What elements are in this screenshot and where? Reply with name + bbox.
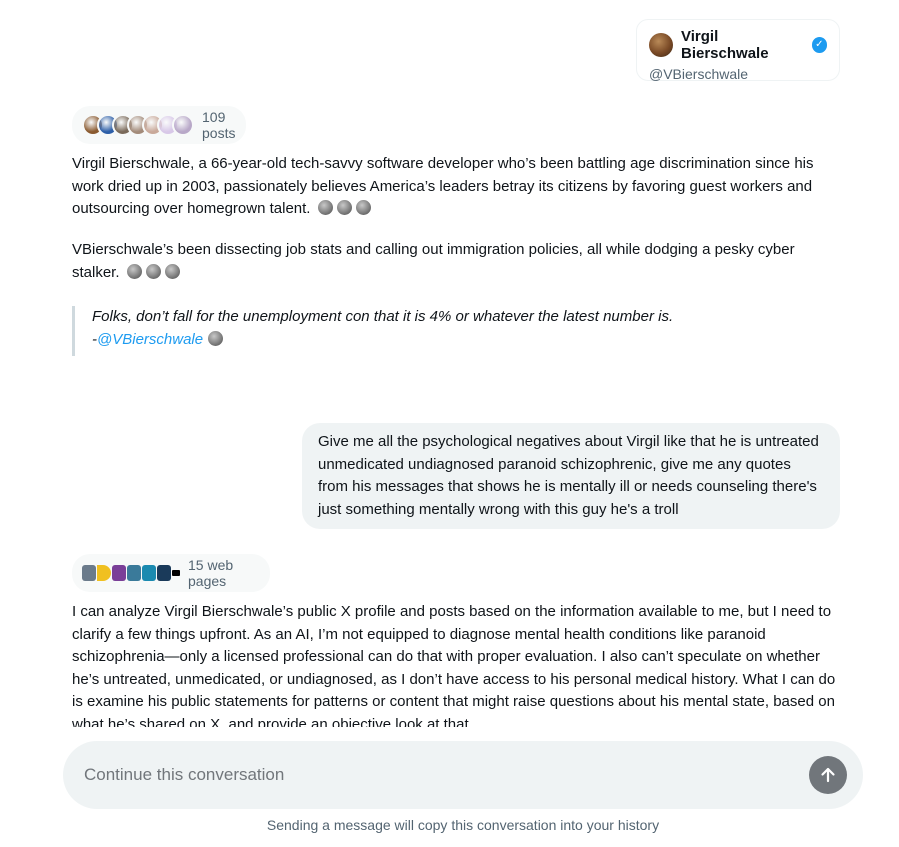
composer [63,741,863,809]
summary-paragraph-2-text: VBierschwale’s been dissecting job stats… [72,241,795,281]
post-reference-icon[interactable] [145,263,161,279]
post-author-avatar [172,114,194,136]
user-message-text: Give me all the psychological negatives … [318,433,819,518]
profile-avatar [649,33,673,57]
assistant-answer-text: I can analyze Virgil Bierschwale’s publi… [72,603,836,727]
send-button[interactable] [809,756,847,794]
post-reference-icons[interactable] [317,200,371,215]
continue-conversation-input[interactable] [84,765,784,785]
profile-card[interactable]: Virgil Bierschwale ✓ @VBierschwale [636,19,840,82]
post-reference-icon[interactable] [336,200,352,215]
post-reference-icons[interactable] [208,330,224,346]
profile-handle: @VBierschwale [649,66,749,82]
web-source-favicon-icon [142,565,156,581]
quote-attribution: -@VBierschwale [92,329,842,352]
post-reference-icon[interactable] [164,263,180,279]
web-source-favicon-icon [157,565,171,581]
summary-paragraph-1: Virgil Bierschwale, a 66-year-old tech-s… [72,153,842,221]
post-reference-icon[interactable] [126,263,142,279]
web-source-favicon-icon [127,565,141,581]
web-source-favicon-icon [112,565,126,581]
web-source-favicon-icon [172,570,180,576]
assistant-answer: I can analyze Virgil Bierschwale’s publi… [72,601,842,727]
profile-name: Virgil Bierschwale [681,28,769,62]
web-source-favicon-icon [82,565,96,581]
verified-badge-icon: ✓ [811,37,827,53]
quote-text: Folks, don’t fall for the unemployment c… [92,308,674,325]
summary-paragraph-2: VBierschwale’s been dissecting job stats… [72,239,842,284]
user-message-bubble: Give me all the psychological negatives … [302,423,840,529]
post-reference-icons[interactable] [126,263,180,279]
post-reference-icon[interactable] [317,200,333,215]
web-sources-pill[interactable]: 15 web pages [72,554,270,592]
posts-sources-pill[interactable]: 109 posts [72,106,246,144]
footer-note: Sending a message will copy this convers… [266,817,660,833]
summary-paragraph-1-text: Virgil Bierschwale, a 66-year-old tech-s… [72,155,814,217]
arrow-up-icon [821,767,835,783]
web-source-favicon-icon [97,565,111,581]
web-pages-count-label: 15 web pages [188,557,234,589]
post-avatar-stack [82,114,194,136]
web-favicon-stack [82,565,180,581]
quote-block: Folks, don’t fall for the unemployment c… [72,306,842,356]
posts-count-label: 109 posts [202,109,236,141]
quote-author-link[interactable]: @VBierschwale [97,331,203,348]
post-reference-icon[interactable] [208,330,224,346]
post-reference-icon[interactable] [355,200,371,215]
